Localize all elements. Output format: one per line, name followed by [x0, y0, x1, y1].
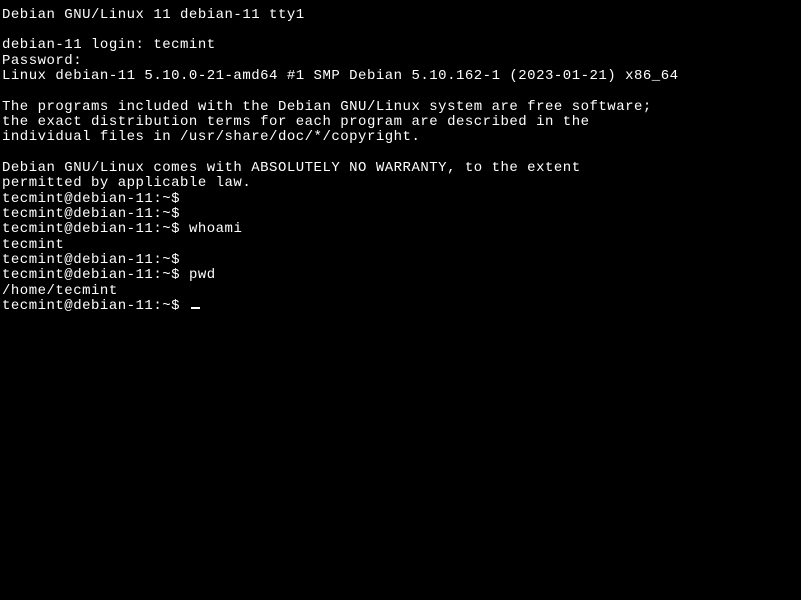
login-input[interactable]: tecmint	[153, 37, 215, 53]
blank-line	[2, 23, 799, 38]
cursor-icon	[191, 307, 200, 309]
blank-line	[2, 146, 799, 161]
shell-line: tecmint@debian-11:~$	[2, 207, 799, 222]
motd-line: Debian GNU/Linux comes with ABSOLUTELY N…	[2, 161, 799, 176]
password-line[interactable]: Password:	[2, 54, 799, 69]
output-line: /home/tecmint	[2, 284, 799, 299]
shell-prompt: tecmint@debian-11:~$	[2, 252, 189, 268]
blank-line	[2, 85, 799, 100]
shell-input[interactable]: pwd	[189, 267, 216, 283]
motd-line: The programs included with the Debian GN…	[2, 100, 799, 115]
shell-prompt: tecmint@debian-11:~$	[2, 267, 189, 283]
shell-line: tecmint@debian-11:~$ whoami	[2, 222, 799, 237]
shell-line: tecmint@debian-11:~$	[2, 253, 799, 268]
shell-input[interactable]: whoami	[189, 221, 242, 237]
shell-prompt: tecmint@debian-11:~$	[2, 191, 189, 207]
login-line: debian-11 login: tecmint	[2, 38, 799, 53]
shell-prompt: tecmint@debian-11:~$	[2, 206, 189, 222]
motd-line: individual files in /usr/share/doc/*/cop…	[2, 130, 799, 145]
kernel-line: Linux debian-11 5.10.0-21-amd64 #1 SMP D…	[2, 69, 799, 84]
shell-line: tecmint@debian-11:~$ pwd	[2, 268, 799, 283]
banner-line: Debian GNU/Linux 11 debian-11 tty1	[2, 8, 799, 23]
shell-line: tecmint@debian-11:~$	[2, 192, 799, 207]
shell-prompt: tecmint@debian-11:~$	[2, 298, 189, 314]
shell-line: tecmint@debian-11:~$	[2, 299, 799, 314]
motd-line: the exact distribution terms for each pr…	[2, 115, 799, 130]
login-prompt: debian-11 login:	[2, 37, 153, 53]
shell-prompt: tecmint@debian-11:~$	[2, 221, 189, 237]
output-line: tecmint	[2, 238, 799, 253]
motd-line: permitted by applicable law.	[2, 176, 799, 191]
